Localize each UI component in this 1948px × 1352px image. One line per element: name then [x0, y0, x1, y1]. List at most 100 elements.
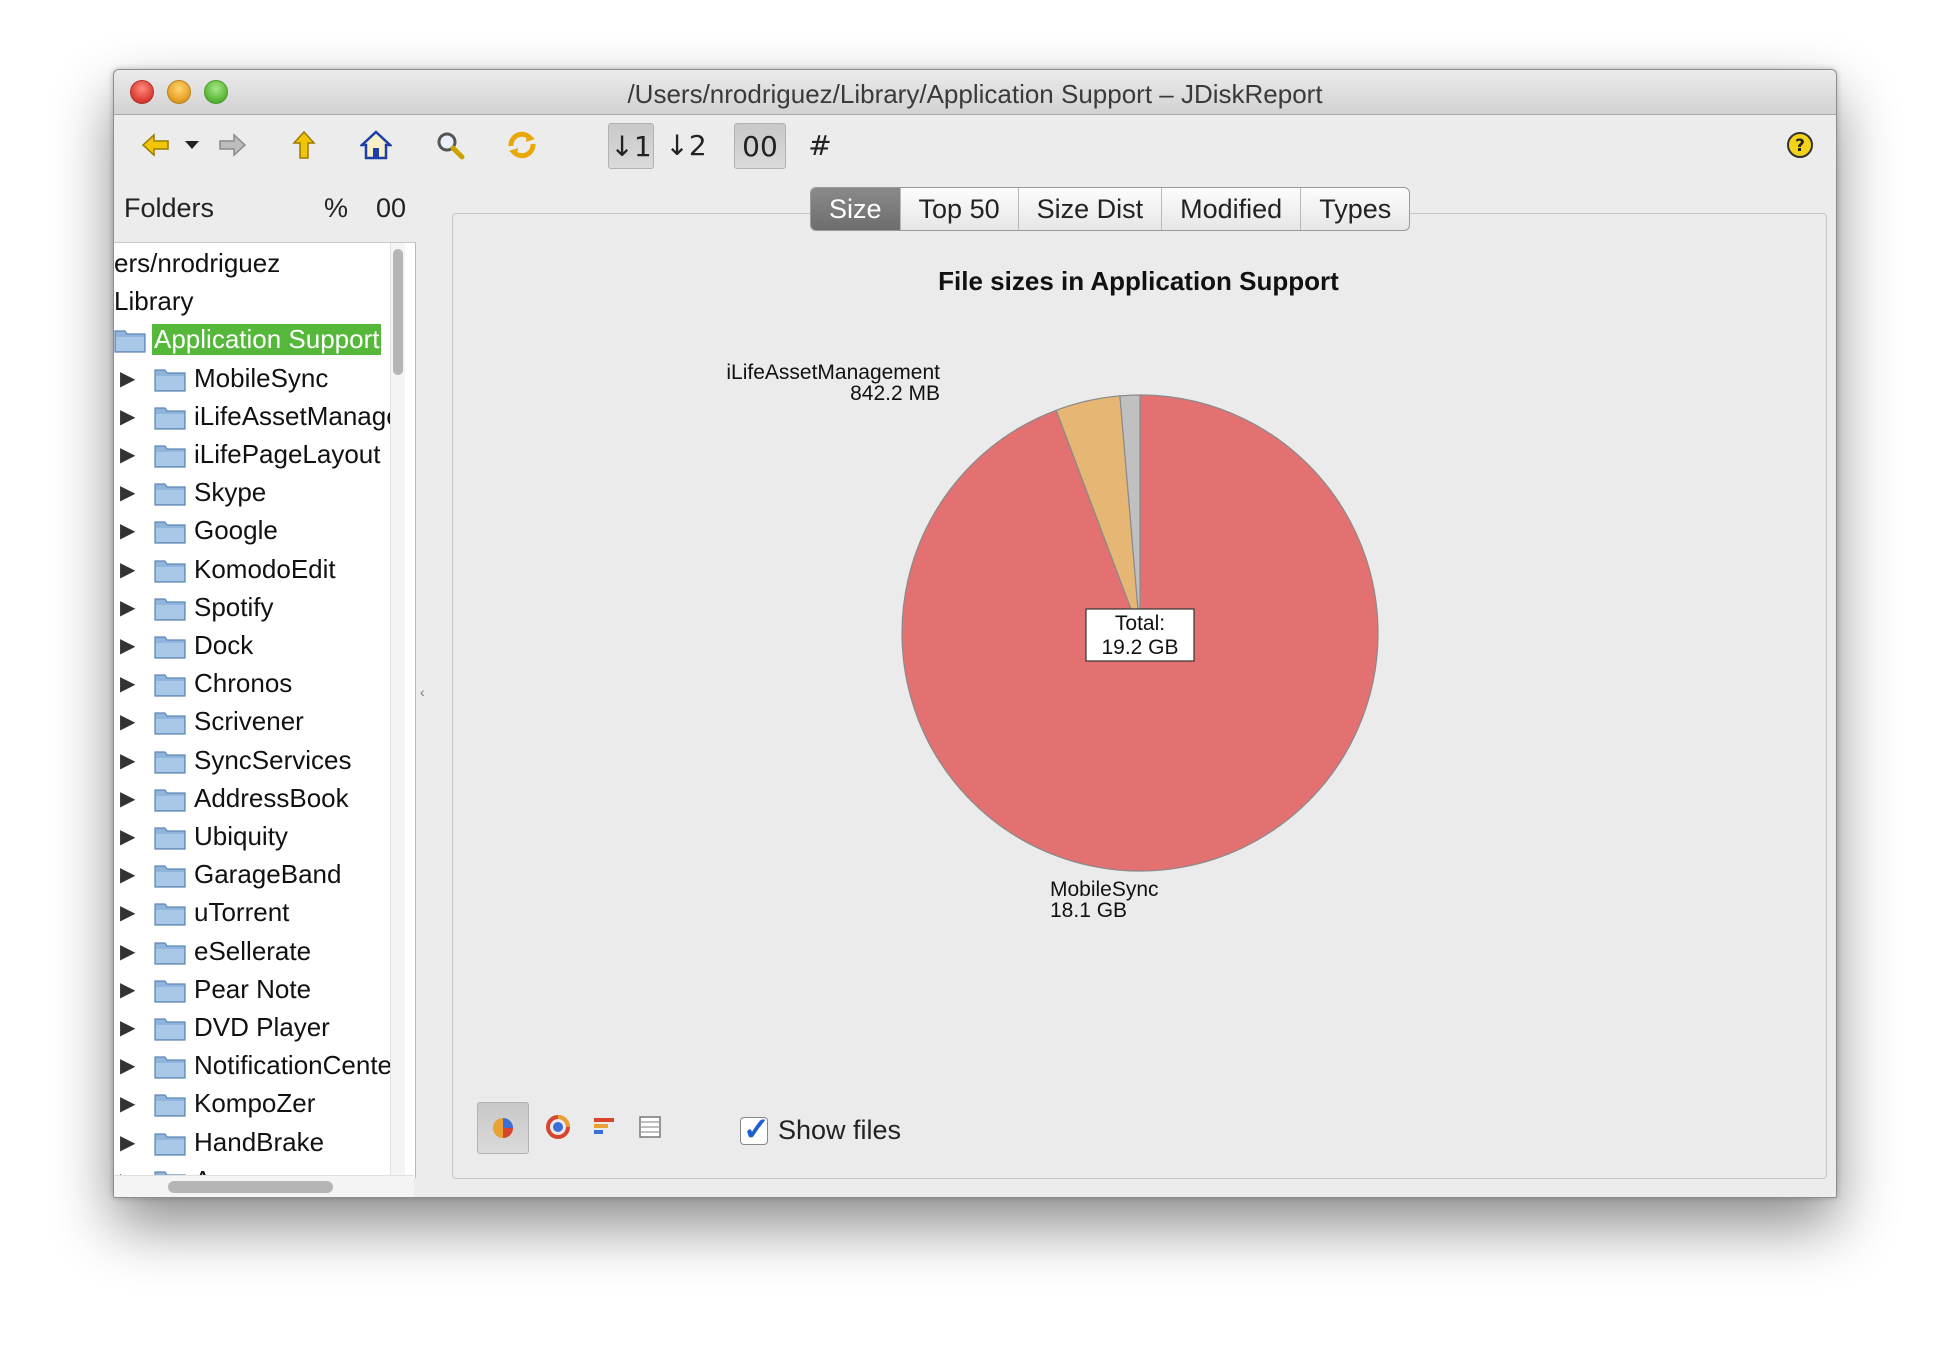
count-icon: # — [808, 128, 832, 162]
folder-icon — [154, 442, 186, 468]
tree-row[interactable]: ▶ Chronos — [114, 665, 384, 703]
show-files-checkbox[interactable]: ✓ — [740, 1111, 770, 1147]
disclosure-triangle-icon[interactable]: ▶ — [120, 671, 135, 696]
tree-row[interactable]: ▶ DVD Player — [114, 1009, 384, 1047]
disclosure-triangle-icon[interactable]: ▶ — [120, 1053, 135, 1078]
forward-icon — [219, 133, 247, 157]
tree-row[interactable]: ▶ MobileSync — [114, 360, 384, 398]
tree-row-label: SyncServices — [194, 744, 352, 775]
disclosure-triangle-icon[interactable]: ▶ — [120, 939, 135, 964]
disclosure-triangle-icon[interactable]: ▶ — [120, 748, 135, 773]
slice-name-label: iLifeAssetManagement — [726, 361, 940, 384]
tree-row-label: Pear Note — [194, 973, 312, 1004]
tree-row[interactable]: ▶ KomodoEdit — [114, 551, 384, 589]
disclosure-triangle-icon[interactable]: ▶ — [120, 709, 135, 734]
tree-row-label: Application Support — [152, 324, 382, 356]
bar-chart-view-button[interactable] — [579, 1102, 629, 1152]
help-button[interactable]: ? — [1778, 123, 1822, 167]
sort-ascending-button[interactable]: ↓2 — [664, 123, 708, 167]
size-units-button[interactable]: 00 — [734, 123, 786, 169]
pie-chart-view-button[interactable] — [477, 1102, 529, 1154]
title-bar[interactable]: /Users/nrodriguez/Library/Application Su… — [114, 70, 1836, 115]
disclosure-triangle-icon[interactable]: ▶ — [120, 1091, 135, 1116]
tree-row-label: iLifePageLayout — [194, 439, 381, 469]
pie-chart-icon — [493, 1118, 513, 1138]
search-button[interactable] — [428, 123, 472, 167]
back-button[interactable] — [134, 123, 178, 167]
percent-column-label[interactable]: % — [324, 193, 348, 224]
disclosure-triangle-icon[interactable]: ▶ — [120, 633, 135, 658]
ring-chart-view-button[interactable] — [533, 1102, 583, 1152]
disclosure-triangle-icon[interactable]: ▶ — [120, 977, 135, 1002]
tree-row-selected[interactable]: Application Support — [114, 321, 384, 359]
up-button[interactable] — [282, 123, 326, 167]
tree-path-row[interactable]: Library — [114, 283, 384, 321]
disclosure-triangle-icon[interactable]: ▶ — [120, 595, 135, 620]
tree-row[interactable]: ▶ Scrivener — [114, 703, 384, 741]
forward-button[interactable] — [210, 123, 254, 167]
tree-row[interactable]: ▶ uTorrent — [114, 894, 384, 932]
disclosure-triangle-icon[interactable]: ▶ — [120, 518, 135, 543]
tree-row[interactable]: ▶ AddressBook — [114, 780, 384, 818]
tree-row-label: Google — [194, 515, 278, 546]
disclosure-triangle-icon[interactable]: ▶ — [120, 442, 135, 467]
folder-icon — [154, 518, 186, 544]
tree-row[interactable]: ▶ NotificationCente — [114, 1047, 392, 1085]
disclosure-triangle-icon[interactable]: ▶ — [120, 557, 135, 582]
bar-chart-icon — [594, 1118, 614, 1134]
tree-row-label: iLifeAssetManage — [194, 400, 401, 431]
slice-name-label: MobileSync — [1050, 878, 1159, 901]
folder-icon — [154, 366, 186, 392]
ring-chart-icon — [546, 1115, 570, 1139]
tree-row[interactable]: ▶ Spotify — [114, 589, 384, 627]
tree-row[interactable]: ▶ Pear Note — [114, 971, 384, 1009]
home-button[interactable] — [354, 123, 398, 167]
tree-row-label: Dock — [194, 630, 254, 660]
tree-row[interactable]: ▶ eSellerate — [114, 933, 384, 971]
tree-path-row[interactable]: ers/nrodriguez — [114, 245, 384, 283]
total-value: 19.2 GB — [1101, 636, 1178, 659]
split-pane-divider[interactable]: ‹ — [420, 684, 425, 700]
back-menu-button[interactable] — [178, 123, 206, 167]
tree-horizontal-scrollbar[interactable] — [114, 1175, 414, 1197]
disclosure-triangle-icon[interactable]: ▶ — [120, 366, 135, 391]
tree-row[interactable]: ▶ Google — [114, 512, 384, 550]
units-column-label[interactable]: 00 — [376, 193, 406, 224]
sort-descending-button[interactable]: ↓1 — [608, 123, 654, 169]
refresh-button[interactable] — [500, 123, 544, 167]
tree-row-label: Scrivener — [194, 706, 304, 737]
tree-row[interactable]: ▶ Skype — [114, 474, 384, 512]
disclosure-triangle-icon[interactable]: ▶ — [120, 900, 135, 925]
folder-tree[interactable]: ers/nrodriguez Library Application Support… — [114, 242, 416, 1178]
table-view-button[interactable] — [625, 1102, 675, 1152]
folder-icon — [154, 862, 186, 888]
disclosure-triangle-icon[interactable]: ▶ — [120, 824, 135, 849]
tree-row[interactable]: ▶ SyncServices — [114, 742, 384, 780]
tree-row[interactable]: ▶ HandBrake — [114, 1124, 384, 1162]
tree-row[interactable]: ▶ GarageBand — [114, 856, 384, 894]
tree-vertical-scrollbar[interactable] — [390, 243, 405, 1178]
folder-icon — [154, 709, 186, 735]
tree-row-label: uTorrent — [194, 897, 290, 928]
folder-icon — [154, 1091, 186, 1117]
tree-row[interactable]: ▶ iLifePageLayout — [114, 436, 384, 474]
disclosure-triangle-icon[interactable]: ▶ — [120, 862, 135, 887]
tree-row-label: KomodoEdit — [194, 553, 336, 584]
tree-row[interactable]: ▶ KompoZer — [114, 1085, 384, 1123]
disclosure-triangle-icon[interactable]: ▶ — [120, 1015, 135, 1040]
tree-row[interactable]: ▶ Ubiquity — [114, 818, 384, 856]
disclosure-triangle-icon[interactable]: ▶ — [120, 786, 135, 811]
folder-icon — [154, 977, 186, 1003]
tree-row[interactable]: ▶ Dock — [114, 627, 384, 665]
sort-asc-icon: ↓2 — [665, 128, 707, 162]
tree-row-label: KompoZer — [194, 1088, 316, 1119]
tree-row[interactable]: ▶ iLifeAssetManage — [114, 398, 401, 436]
disclosure-triangle-icon[interactable]: ▶ — [120, 480, 135, 505]
file-count-button[interactable]: # — [798, 123, 842, 167]
tree-horizontal-scroll-thumb[interactable] — [168, 1181, 333, 1193]
disclosure-triangle-icon[interactable]: ▶ — [120, 404, 135, 429]
disclosure-triangle-icon[interactable]: ▶ — [120, 1130, 135, 1155]
tree-vertical-scroll-thumb[interactable] — [393, 249, 403, 375]
pie-chart[interactable]: MobileSync18.1 GB iLifeAssetManagement842… — [452, 213, 1825, 1073]
slice-value-label: 18.1 GB — [1050, 899, 1127, 922]
